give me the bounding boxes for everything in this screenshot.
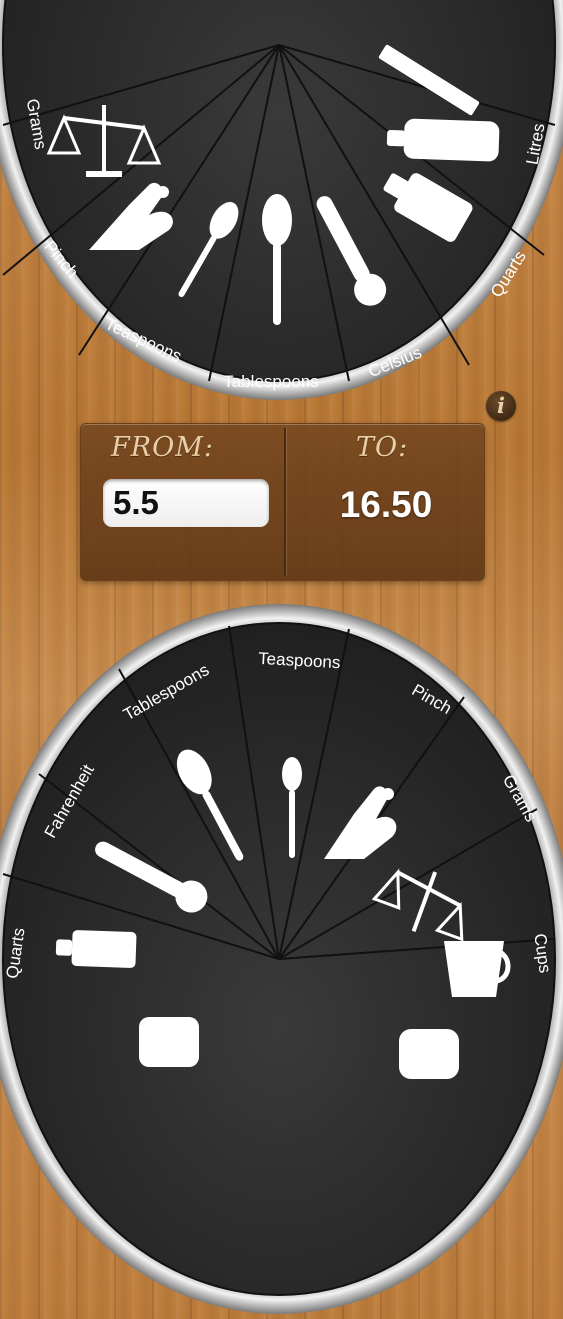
from-value-input[interactable] [103,479,269,527]
litre-bottle-icon [399,1029,459,1079]
to-result-value: 16.50 [339,484,433,525]
jug-icon [139,1017,199,1067]
to-wheel-graphic: Quarts Fahrenheit Tablespoons Teaspoons … [0,604,563,1314]
from-label: FROM: [111,432,214,463]
converter-panel: FROM: TO: 16.50 [80,423,485,581]
unit-label-tablespoons[interactable]: Tablespoons [223,372,318,391]
from-unit-wheel[interactable]: Grams Pinch Teaspoons Tablespoons Celsiu… [0,0,563,400]
to-unit-wheel[interactable]: Quarts Fahrenheit Tablespoons Teaspoons … [0,604,563,1314]
from-wheel-graphic: Grams Pinch Teaspoons Tablespoons Celsiu… [0,0,563,400]
info-icon[interactable]: i [486,391,516,421]
panel-divider [284,428,286,576]
to-label: TO: [356,432,409,463]
